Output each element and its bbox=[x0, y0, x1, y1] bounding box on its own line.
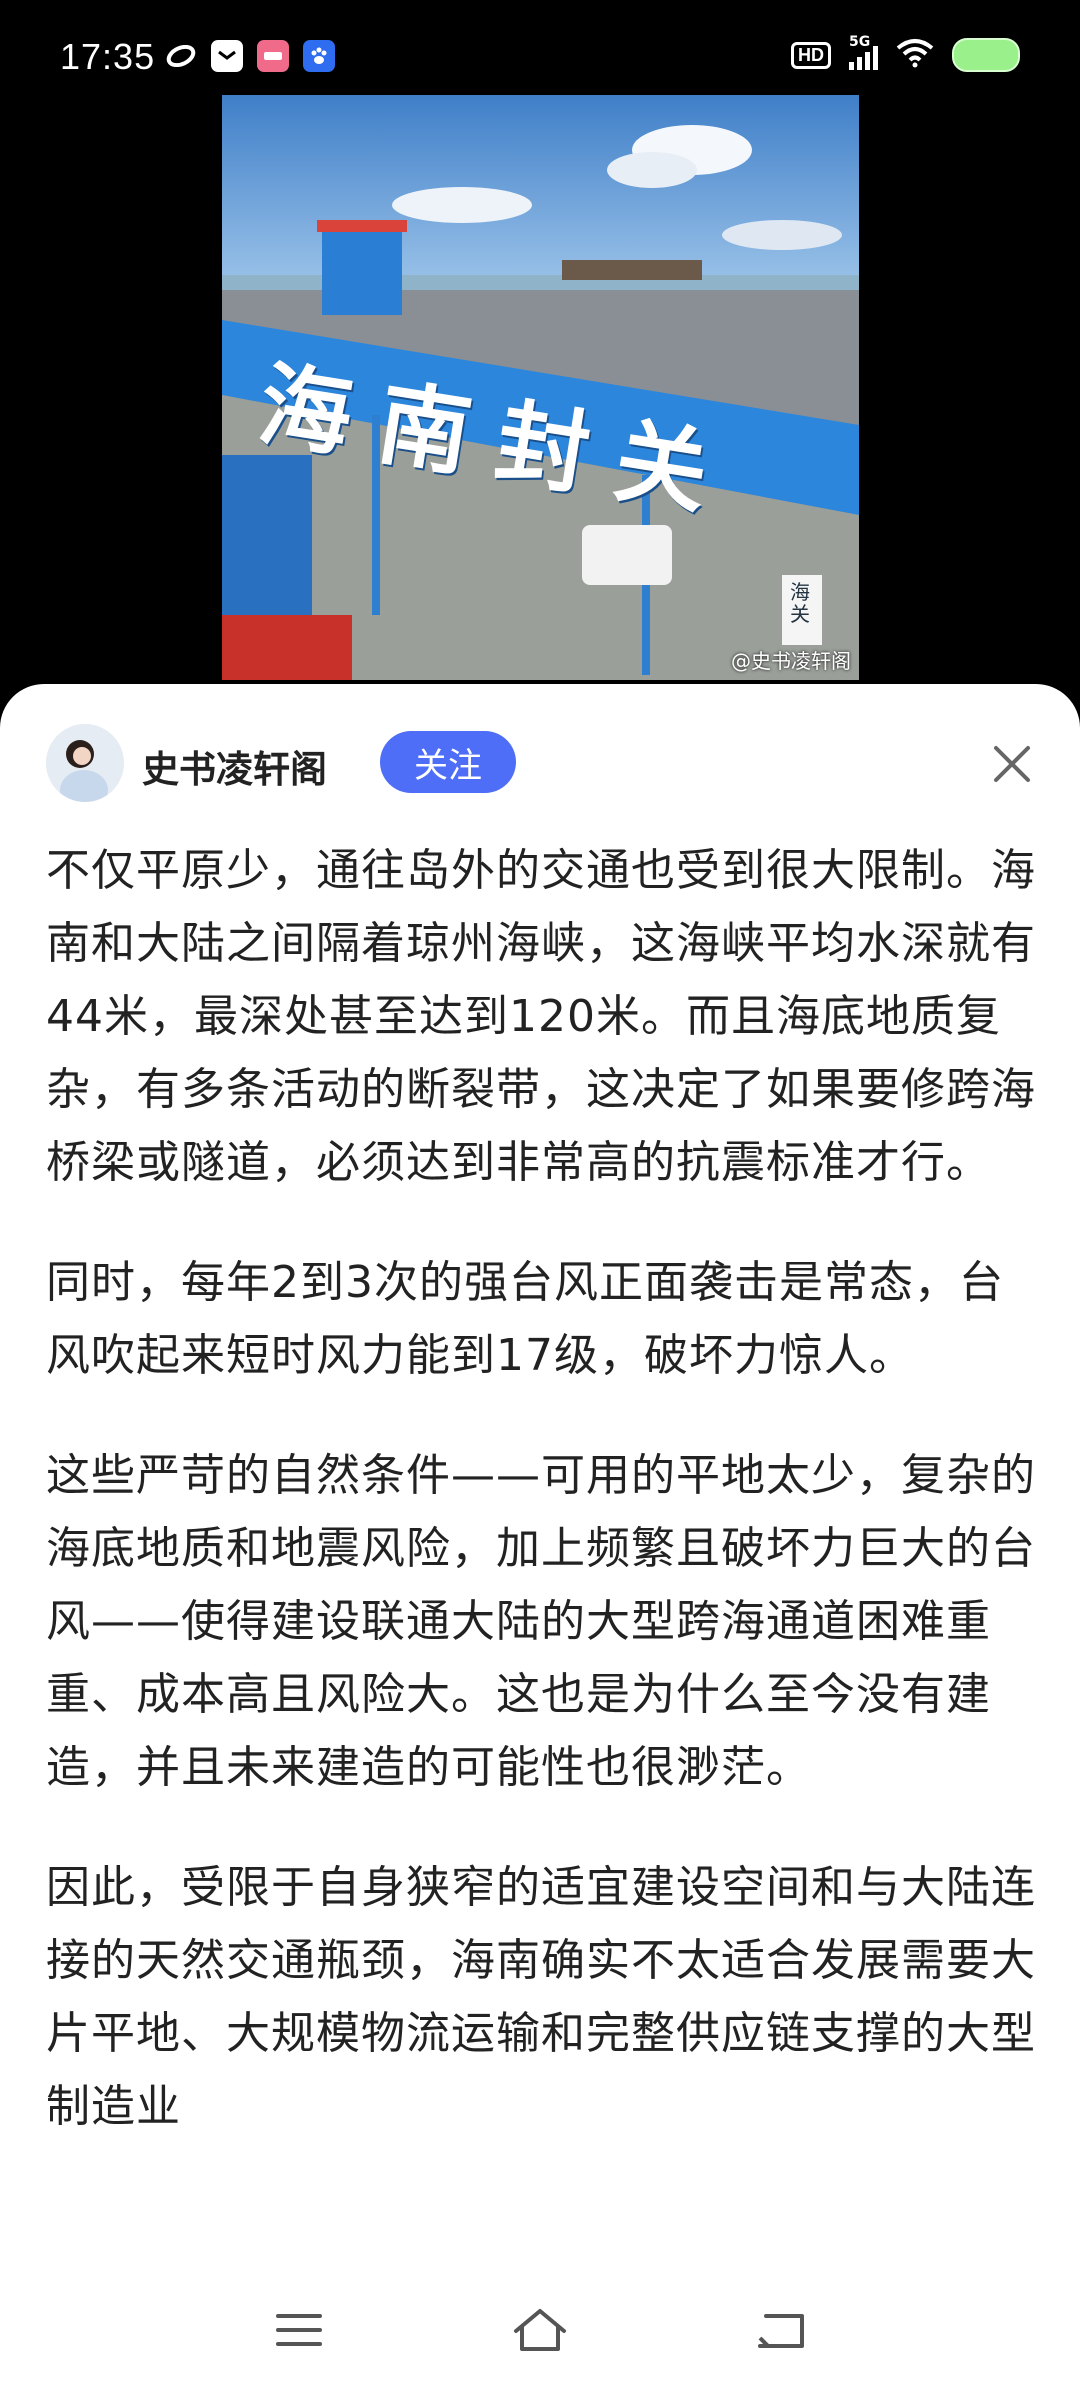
back-icon[interactable] bbox=[745, 2300, 815, 2360]
paragraph: 因此，受限于自身狭窄的适宜建设空间和与大陆连接的天然交通瓶颈，海南确实不太适合发… bbox=[46, 1862, 1036, 2132]
sheet-header: 史书凌轩阁 关注 bbox=[0, 684, 1080, 844]
system-nav-bar bbox=[0, 2270, 1080, 2400]
message-icon bbox=[211, 40, 243, 72]
signal-icon: 5G bbox=[849, 34, 878, 70]
hd-indicator: HD bbox=[791, 41, 831, 69]
paragraph: 这些严苛的自然条件——可用的平地太少，复杂的海底地质和地震风险，加上频繁且破坏力… bbox=[46, 1450, 1036, 1793]
home-icon[interactable] bbox=[505, 2300, 575, 2360]
avatar[interactable] bbox=[46, 724, 124, 802]
menu-icon[interactable] bbox=[264, 2300, 334, 2360]
follow-button[interactable]: 关注 bbox=[380, 731, 516, 793]
side-sign-text: 海关 bbox=[790, 580, 810, 626]
app-icon-a bbox=[165, 40, 197, 72]
wifi-icon bbox=[896, 38, 934, 72]
close-icon[interactable] bbox=[988, 740, 1036, 788]
article-photo[interactable]: 海南封关 海关 @史书凌轩阁 bbox=[222, 95, 859, 680]
paragraph: 同时，每年2到3次的强台风正面袭击是常态，台风吹起来短时风力能到17级，破坏力惊… bbox=[46, 1257, 1004, 1381]
battery-icon bbox=[952, 38, 1020, 72]
app-icon-b bbox=[257, 40, 289, 72]
comment-sheet: 史书凌轩阁 关注 不仅平原少，通往岛外的交通也受到很大限制。海南和大陆之间隔着琼… bbox=[0, 684, 1080, 2400]
photo-watermark: @史书凌轩阁 bbox=[731, 649, 851, 673]
post-body: 不仅平原少，通往岛外的交通也受到很大限制。海南和大陆之间隔着琼州海峡，这海峡平均… bbox=[46, 834, 1041, 2190]
status-time: 17:35 bbox=[60, 36, 156, 77]
baidu-paw-icon bbox=[303, 40, 335, 72]
author-name[interactable]: 史书凌轩阁 bbox=[142, 739, 327, 793]
network-type: 5G bbox=[849, 34, 871, 50]
paragraph: 不仅平原少，通往岛外的交通也受到很大限制。海南和大陆之间隔着琼州海峡，这海峡平均… bbox=[46, 845, 1036, 1188]
